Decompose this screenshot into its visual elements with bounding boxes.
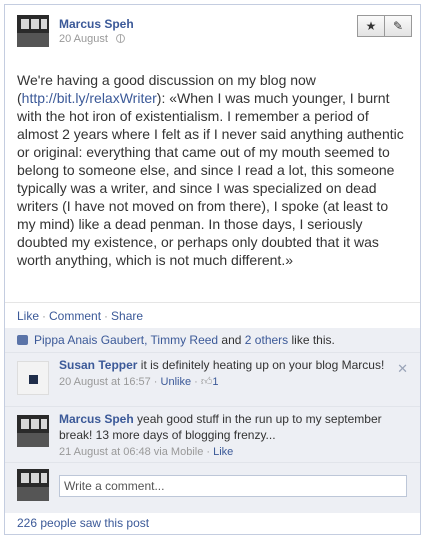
pencil-icon: ✎ [392,19,404,33]
commenter-avatar[interactable] [17,415,49,447]
post-timestamp: 20 August [59,33,125,45]
likes-summary: Pippa Anais Gaubert, Timmy Reed and 2 ot… [5,328,420,353]
post-actions: Like · Comment · Share [5,302,420,328]
likers-link[interactable]: Pippa Anais Gaubert, Timmy Reed [34,333,218,347]
separator: · [42,309,47,323]
author-avatar[interactable] [17,15,49,47]
post-header: Marcus Speh 20 August ★ ✎ [17,15,412,55]
others-link[interactable]: 2 others [245,333,288,347]
comment-body: Susan Tepper it is definitely heating up… [59,357,389,390]
seen-count-link[interactable]: 226 people saw this post [17,516,149,530]
comment-meta: 20 August at 16:57 · Unlike · 👍︎1 [59,376,219,388]
comment-time[interactable]: 20 August at 16:57 [59,376,151,388]
comment-body: Marcus Speh yeah good stuff in the run u… [59,411,389,460]
comment-text: it is definitely heating up on your blog… [137,358,385,372]
comment-link[interactable]: Comment [49,309,101,323]
like-count[interactable]: 1 [212,376,218,388]
separator: · [104,309,109,323]
comment-item: Marcus Speh yeah good stuff in the run u… [5,407,420,463]
unlike-link[interactable]: Unlike [161,376,192,388]
post-date[interactable]: 20 August [59,33,108,45]
commenter-name-link[interactable]: Susan Tepper [59,358,137,372]
comment-composer [5,463,420,511]
post-card: Marcus Speh 20 August ★ ✎ We're having a… [4,4,421,535]
like-link[interactable]: Like [17,309,39,323]
viewer-avatar [17,469,49,501]
post-options: ★ ✎ [357,15,412,37]
edit-button[interactable]: ✎ [384,15,412,37]
thumbs-up-icon [17,335,28,345]
likes-suffix: like this. [288,333,335,347]
globe-icon [116,34,125,43]
post-text-body: ): «When I was much younger, I burnt wit… [17,90,408,268]
star-icon: ★ [365,19,377,33]
comment-item: Susan Tepper it is definitely heating up… [5,353,420,407]
post-link[interactable]: http://bit.ly/relaxWriter [22,90,157,106]
feedback-section: Pippa Anais Gaubert, Timmy Reed and 2 ot… [5,328,420,513]
post-text: We're having a good discussion on my blo… [17,71,409,269]
author-name-link[interactable]: Marcus Speh [59,17,134,31]
star-button[interactable]: ★ [357,15,385,37]
comment-time[interactable]: 21 August at 06:48 via Mobile [59,446,203,458]
comment-meta: 21 August at 06:48 via Mobile · Like [59,446,234,458]
comment-input[interactable] [59,475,407,497]
share-link[interactable]: Share [111,309,143,323]
like-count-icon: 👍︎ [200,376,213,388]
commenter-name-link[interactable]: Marcus Speh [59,412,134,426]
like-link[interactable]: Like [213,446,233,458]
close-icon[interactable]: ✕ [397,361,408,377]
commenter-avatar[interactable] [17,361,49,395]
likes-and: and [218,333,245,347]
